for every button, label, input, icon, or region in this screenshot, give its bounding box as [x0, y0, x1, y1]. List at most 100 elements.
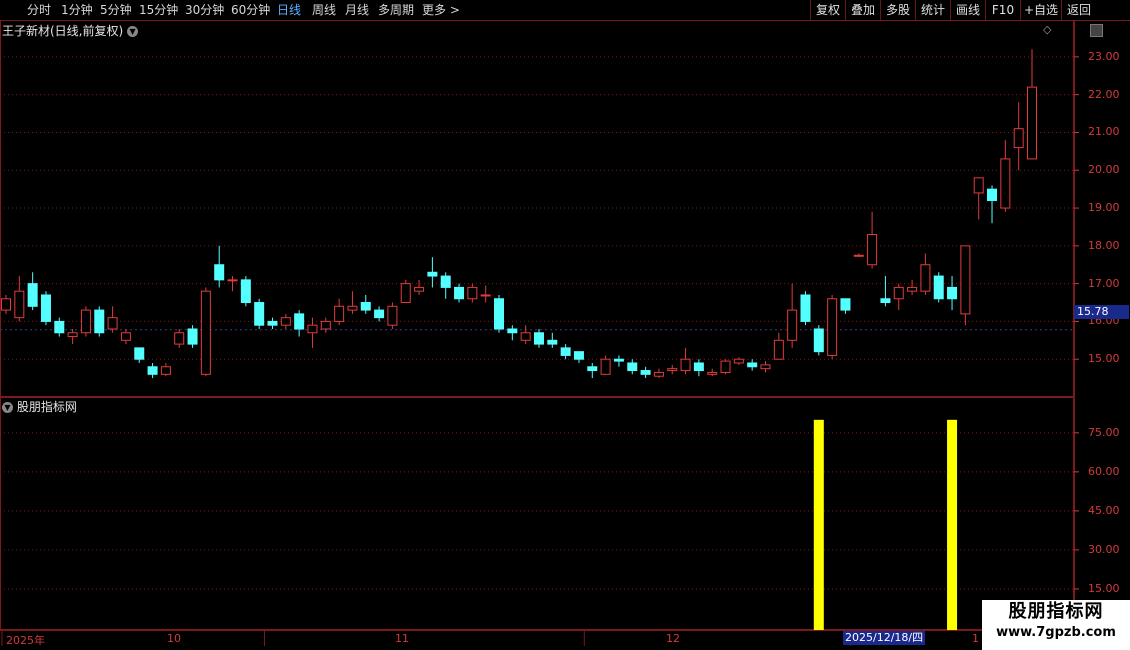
- candle-body: [533, 332, 544, 345]
- candle-body: [1000, 158, 1011, 209]
- candle-body: [867, 234, 878, 266]
- candle-body: [334, 305, 345, 322]
- indicator-y-tick-label: 15.00: [1088, 581, 1120, 595]
- candle-body: [520, 332, 531, 341]
- candle-body: [360, 302, 371, 311]
- watermark-url: www.7gpzb.com: [996, 625, 1116, 640]
- candle-body: [414, 286, 425, 292]
- candle-body: [733, 358, 744, 364]
- candle-body: [280, 317, 291, 326]
- candle-body: [747, 362, 758, 368]
- y-tick-label: 19.00: [1088, 201, 1120, 215]
- candle-body: [307, 324, 318, 334]
- candle-body: [627, 362, 638, 372]
- y-tick-label: 18.00: [1088, 238, 1120, 252]
- candle-body: [160, 366, 171, 375]
- candle-body: [787, 309, 798, 341]
- candle-body: [773, 339, 784, 360]
- candle-body: [320, 320, 331, 330]
- candle-body: [667, 368, 678, 372]
- indicator-name: 股朋指标网: [16, 400, 77, 414]
- candle-body: [973, 177, 984, 194]
- candle-body: [294, 313, 305, 330]
- candle-body: [1, 298, 11, 311]
- chevron-down-icon[interactable]: ▼: [2, 402, 13, 413]
- candle-body: [14, 290, 25, 319]
- x-label-year: 2025年: [6, 634, 45, 647]
- indicator-panel-frame: [0, 397, 1074, 630]
- x-label-nov: 11: [395, 632, 409, 645]
- candle-body: [1013, 128, 1024, 149]
- indicator-y-tick-label: 75.00: [1088, 425, 1120, 439]
- candle-body: [387, 305, 398, 326]
- candle-body: [640, 370, 651, 375]
- candle-body: [880, 298, 891, 304]
- y-tick-label: 22.00: [1088, 87, 1120, 101]
- candle-body: [613, 358, 624, 362]
- candle-body: [254, 302, 265, 326]
- candle-body: [494, 298, 505, 330]
- candle-body: [54, 320, 65, 334]
- candle-body: [120, 332, 131, 341]
- candle-body: [693, 362, 704, 372]
- candle-body: [947, 286, 958, 300]
- candle-body: [80, 309, 91, 334]
- candle-body: [374, 309, 385, 319]
- candle-body: [987, 188, 998, 201]
- x-label-jan: 1: [972, 632, 979, 645]
- candle-body: [454, 286, 465, 300]
- candle-body: [200, 290, 211, 375]
- candle-body: [94, 309, 105, 334]
- candle-body: [893, 286, 904, 300]
- candle-body: [440, 275, 451, 288]
- signal-bar: [813, 419, 824, 630]
- indicator-title: ▼ 股朋指标网: [2, 398, 77, 415]
- y-tick-label: 21.00: [1088, 125, 1120, 139]
- watermark: 股朋指标网 www.7gpzb.com: [982, 600, 1130, 650]
- watermark-title: 股朋指标网: [1008, 601, 1104, 622]
- candle-body: [427, 271, 438, 277]
- candle-body: [27, 283, 38, 307]
- candle-body: [214, 264, 225, 281]
- candle-body: [347, 305, 358, 311]
- y-tick-label: 15.00: [1088, 352, 1120, 366]
- candle-body: [134, 347, 145, 360]
- candle-body: [267, 320, 278, 326]
- candle-body: [400, 283, 411, 304]
- indicator-y-tick-label: 60.00: [1088, 464, 1120, 478]
- candle-body: [933, 275, 944, 300]
- candle-body: [467, 286, 478, 300]
- candle-body: [107, 317, 118, 330]
- candle-body: [813, 328, 824, 353]
- candle-body: [480, 294, 491, 297]
- candle-body: [680, 358, 691, 372]
- candle-body: [573, 351, 584, 360]
- candle-body: [760, 364, 771, 370]
- candle-body: [147, 366, 158, 375]
- candle-body: [240, 279, 251, 304]
- indicator-y-tick-label: 45.00: [1088, 503, 1120, 517]
- x-label-oct: 10: [167, 632, 181, 645]
- candle-body: [40, 294, 51, 322]
- candle-body: [187, 328, 198, 345]
- indicator-y-tick-label: 30.00: [1088, 542, 1120, 556]
- candle-body: [840, 298, 851, 311]
- candle-body: [920, 264, 931, 292]
- candle-body: [600, 358, 611, 375]
- x-label-dec: 12: [666, 632, 680, 645]
- candle-body: [653, 371, 664, 377]
- candle-body: [547, 339, 558, 345]
- candle-body: [707, 371, 718, 375]
- candle-body: [507, 328, 518, 334]
- candle-body: [960, 245, 971, 315]
- candle-body: [67, 332, 78, 338]
- candle-body: [800, 294, 811, 322]
- candle-body: [1027, 86, 1037, 160]
- current-price-tag: 15.78: [1074, 305, 1129, 319]
- candle-body: [853, 254, 864, 257]
- y-tick-label: 20.00: [1088, 163, 1120, 177]
- candlestick-chart: [0, 20, 1130, 648]
- cursor-date: 2025/12/18/四: [843, 631, 926, 645]
- signal-bar: [947, 419, 958, 630]
- candle-body: [587, 366, 598, 372]
